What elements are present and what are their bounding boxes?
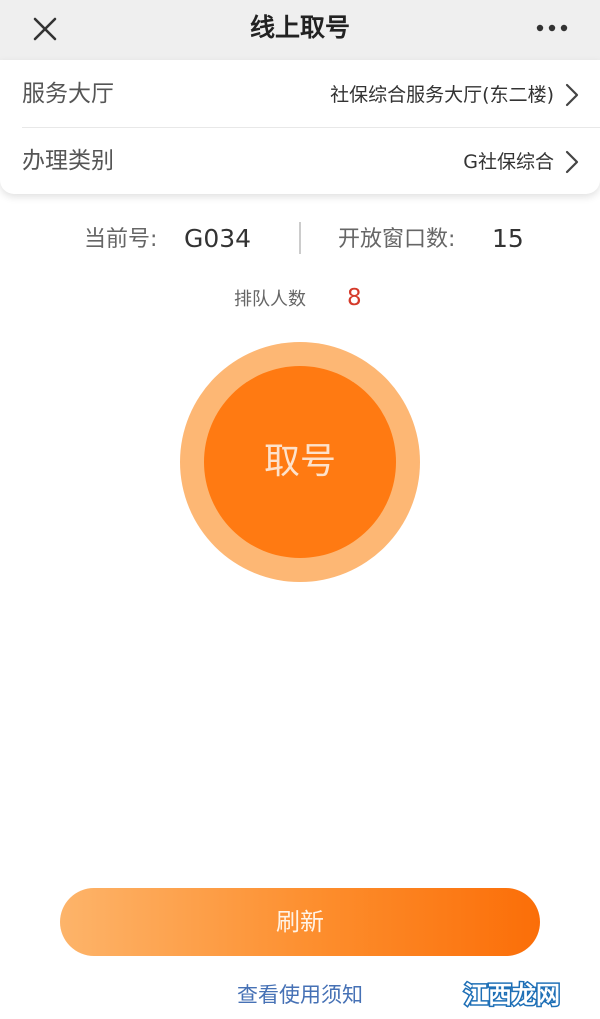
status-line: 当前号: G034 开放窗口数: 15: [0, 220, 600, 260]
selection-card: 服务大厅 社保综合服务大厅(东二楼) 办理类别 G社保综合: [0, 60, 600, 194]
service-hall-row[interactable]: 服务大厅 社保综合服务大厅(东二楼): [0, 60, 600, 127]
current-number-value: G034: [184, 224, 252, 253]
svg-text:江西龙网: 江西龙网: [464, 981, 560, 1009]
category-row[interactable]: 办理类别 G社保综合: [0, 127, 600, 194]
usage-notice-link[interactable]: 查看使用须知: [200, 978, 400, 1012]
chevron-right-icon: [564, 82, 580, 108]
chevron-right-icon: [564, 149, 580, 175]
current-number-label: 当前号:: [84, 227, 158, 252]
close-icon[interactable]: [26, 10, 64, 48]
more-horizontal-icon[interactable]: [530, 10, 574, 46]
category-value: G社保综合: [463, 151, 554, 173]
status-divider: [299, 222, 301, 254]
open-windows-label: 开放窗口数:: [338, 227, 456, 252]
category-label: 办理类别: [22, 148, 114, 174]
watermark-logo: 江西龙网: [448, 974, 576, 1014]
page-title: 线上取号: [249, 13, 350, 42]
service-hall-value: 社保综合服务大厅(东二楼): [330, 84, 554, 106]
open-windows-value: 15: [492, 224, 524, 253]
queue-count-label: 排队人数: [234, 289, 306, 310]
take-number-button[interactable]: 取号: [180, 342, 420, 582]
refresh-label: 刷新: [276, 908, 324, 936]
queue-count-value: 8: [347, 285, 362, 311]
top-bar: 线上取号: [0, 0, 600, 60]
service-hall-label: 服务大厅: [22, 81, 114, 107]
refresh-button[interactable]: 刷新: [60, 888, 540, 956]
take-number-label: 取号: [263, 441, 336, 482]
take-number-inner-circle: 取号: [204, 366, 396, 558]
